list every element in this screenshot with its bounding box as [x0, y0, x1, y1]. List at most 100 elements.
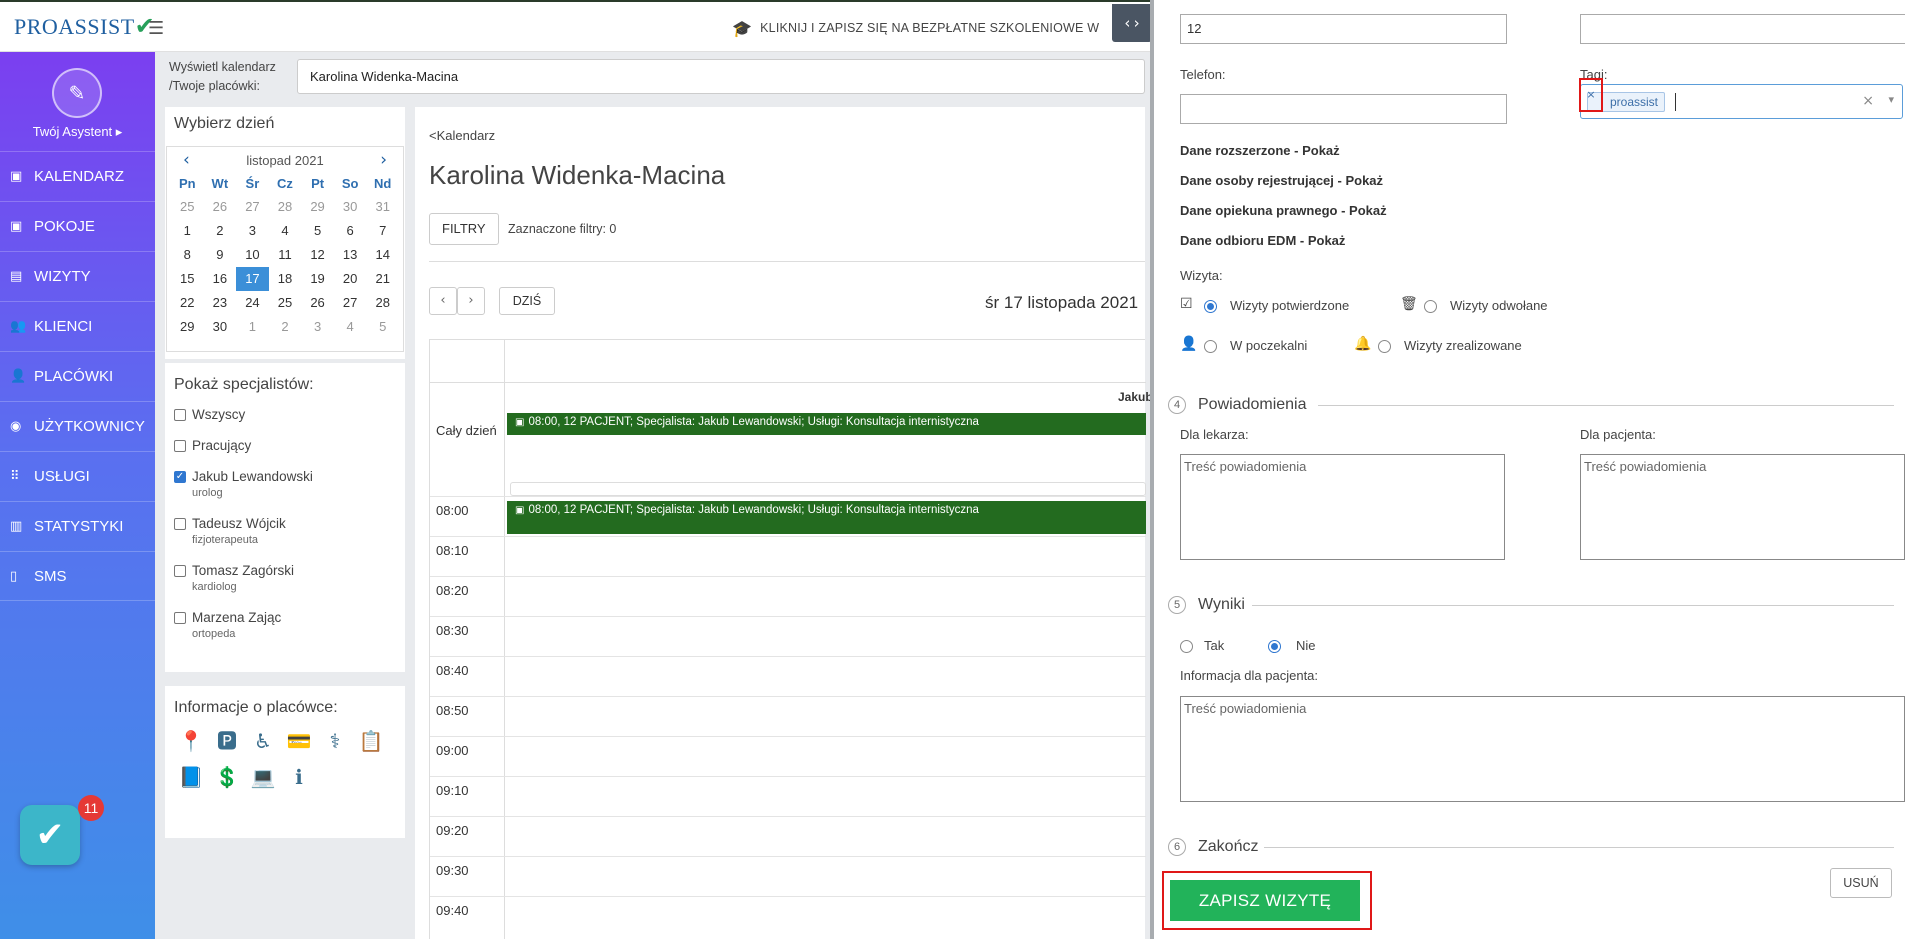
expand-extended-data-link[interactable]: Dane rozszerzone - Pokaż	[1180, 143, 1340, 158]
specialist-item[interactable]: Wszyscy	[165, 407, 405, 438]
specialist-item[interactable]: Tomasz Zagórski kardiolog	[165, 563, 405, 610]
results-no-radio[interactable]	[1268, 640, 1281, 653]
calendar-day[interactable]: 11	[269, 243, 302, 267]
sidebar-item-statystyki[interactable]: ▥ STATYSTYKI	[0, 501, 155, 551]
time-slot[interactable]: 08:40	[430, 656, 1146, 696]
calendar-day[interactable]: 2	[204, 219, 237, 243]
calendar-day[interactable]: 3	[236, 219, 269, 243]
calendar-day[interactable]: 27	[236, 195, 269, 219]
calendar-day[interactable]: 22	[171, 291, 204, 315]
time-slot[interactable]: 09:10	[430, 776, 1146, 816]
calendar-day[interactable]: 28	[269, 195, 302, 219]
expand-registrar-data-link[interactable]: Dane osoby rejestrującej - Pokaż	[1180, 173, 1383, 188]
calendar-day[interactable]: 12	[301, 243, 334, 267]
selected-day[interactable]: 17	[236, 267, 269, 291]
results-yes-radio[interactable]	[1180, 640, 1193, 653]
app-logo[interactable]: PROASSIST✔	[14, 12, 155, 40]
specialist-item[interactable]: Pracujący	[165, 438, 405, 469]
save-visit-button[interactable]: ZAPISZ WIZYTĘ	[1170, 880, 1360, 921]
sidebar-item-placowki[interactable]: 👤 PLACÓWKI	[0, 351, 155, 401]
calendar-day[interactable]: 25	[171, 195, 204, 219]
top-left-input[interactable]: 12	[1180, 14, 1507, 44]
specialist-checkbox[interactable]	[174, 440, 186, 452]
specialist-checkbox[interactable]	[174, 409, 186, 421]
calendar-day[interactable]: 27	[334, 291, 367, 315]
promo-banner[interactable]: 🎓 KLIKNIJ I ZAPISZ SIĘ NA BEZPŁATNE SZKOL…	[732, 19, 1099, 38]
calendar-day[interactable]: 23	[204, 291, 237, 315]
doctor-notification-textarea[interactable]: Treść powiadomienia	[1180, 454, 1505, 560]
sidebar-item-uslugi[interactable]: ⠿ USŁUGI	[0, 451, 155, 501]
prev-day-button[interactable]: ‹	[429, 287, 457, 315]
sidebar-item-sms[interactable]: ▯ SMS	[0, 551, 155, 601]
expand-edm-data-link[interactable]: Dane odbioru EDM - Pokaż	[1180, 233, 1345, 248]
calendar-day[interactable]: 6	[334, 219, 367, 243]
specialist-item[interactable]: Tadeusz Wójcik fizjoterapeuta	[165, 516, 405, 563]
calendar-day[interactable]: 19	[301, 267, 334, 291]
chevron-down-icon[interactable]: ▾	[1888, 93, 1894, 106]
calendar-day[interactable]: 7	[366, 219, 399, 243]
filters-button[interactable]: FILTRY	[429, 213, 499, 245]
chevron-left-icon[interactable]: ‹	[183, 150, 190, 170]
assistant-link[interactable]: Twój Asystent ▸	[0, 124, 155, 140]
clear-tags-icon[interactable]: ×	[1862, 93, 1874, 109]
time-slot[interactable]: 08:20	[430, 576, 1146, 616]
calendar-day[interactable]: 26	[204, 195, 237, 219]
top-right-input[interactable]	[1580, 14, 1905, 44]
calendar-day[interactable]: 2	[269, 315, 302, 339]
calendar-day[interactable]: 29	[301, 195, 334, 219]
specialist-item[interactable]: Marzena Zając ortopeda	[165, 610, 405, 657]
time-slot[interactable]: 09:20	[430, 816, 1146, 856]
calendar-day[interactable]: 4	[269, 219, 302, 243]
panel-toggle-button[interactable]: ‹›	[1112, 4, 1152, 42]
time-slot[interactable]: 09:30	[430, 856, 1146, 896]
calendar-day[interactable]: 31	[366, 195, 399, 219]
today-button[interactable]: DZIŚ	[499, 287, 555, 315]
calendar-day[interactable]: 4	[334, 315, 367, 339]
calendar-day[interactable]: 15	[171, 267, 204, 291]
assistant-check-button[interactable]: ✔	[20, 805, 80, 865]
time-slot[interactable]: 09:40	[430, 896, 1146, 936]
back-to-calendar-link[interactable]: <Kalendarz	[429, 128, 495, 143]
specialist-checkbox[interactable]	[174, 565, 186, 577]
calendar-day[interactable]: 13	[334, 243, 367, 267]
patient-info-textarea[interactable]: Treść powiadomienia	[1180, 696, 1905, 802]
specialist-checkbox[interactable]: ✓	[174, 471, 186, 483]
calendar-day[interactable]: 20	[334, 267, 367, 291]
tag-remove-button[interactable]: ×	[1579, 78, 1603, 112]
time-slot[interactable]: 08:10	[430, 536, 1146, 576]
calendar-day[interactable]: 1	[236, 315, 269, 339]
sidebar-item-wizyty[interactable]: ▤ WIZYTY	[0, 251, 155, 301]
specialist-checkbox[interactable]	[174, 612, 186, 624]
sidebar-item-klienci[interactable]: 👥 KLIENCI	[0, 301, 155, 351]
calendar-day[interactable]: 16	[204, 267, 237, 291]
timed-event[interactable]: ▣ 08:00, 12 PACJENT; Specjalista: Jakub L…	[507, 501, 1146, 534]
calendar-day[interactable]: 21	[366, 267, 399, 291]
calendar-day[interactable]: 18	[269, 267, 302, 291]
calendar-day[interactable]: 30	[334, 195, 367, 219]
time-slot[interactable]: 08:50	[430, 696, 1146, 736]
calendar-day[interactable]: 1	[171, 219, 204, 243]
visit-confirmed-radio[interactable]	[1204, 300, 1217, 313]
menu-icon[interactable]: ☰	[148, 18, 164, 39]
calendar-day[interactable]: 3	[301, 315, 334, 339]
calendar-select-input[interactable]: Karolina Widenka-Macina	[297, 59, 1145, 94]
calendar-day[interactable]: 5	[301, 219, 334, 243]
sidebar-item-uzytkownicy[interactable]: ◉ UŻYTKOWNICY	[0, 401, 155, 451]
patient-notification-textarea[interactable]: Treść powiadomienia	[1580, 454, 1905, 560]
visit-cancelled-radio[interactable]	[1424, 300, 1437, 313]
calendar-day[interactable]: 5	[366, 315, 399, 339]
calendar-day[interactable]: 25	[269, 291, 302, 315]
all-day-drop-zone[interactable]	[510, 482, 1146, 496]
chevron-right-icon[interactable]: ›	[380, 150, 387, 170]
expand-guardian-data-link[interactable]: Dane opiekuna prawnego - Pokaż	[1180, 203, 1387, 218]
calendar-day[interactable]: 30	[204, 315, 237, 339]
next-day-button[interactable]: ›	[457, 287, 485, 315]
tags-input[interactable]: proassist × × ▾	[1579, 78, 1903, 119]
calendar-day[interactable]: 28	[366, 291, 399, 315]
calendar-day[interactable]: 24	[236, 291, 269, 315]
calendar-day[interactable]: 29	[171, 315, 204, 339]
sidebar-item-pokoje[interactable]: ▣ POKOJE	[0, 201, 155, 251]
delete-visit-button[interactable]: USUŃ	[1830, 868, 1892, 898]
time-slot[interactable]: 09:00	[430, 736, 1146, 776]
calendar-day[interactable]: 8	[171, 243, 204, 267]
